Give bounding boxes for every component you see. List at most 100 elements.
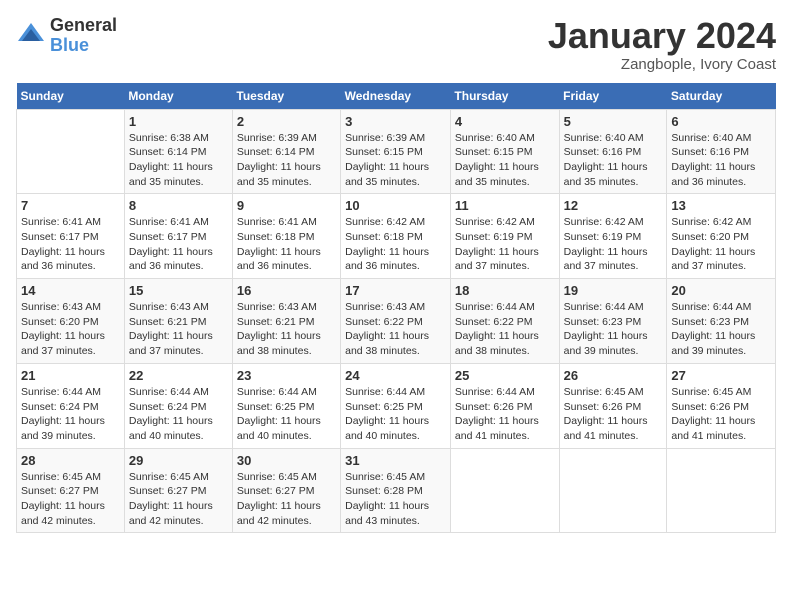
cell-daylight: Daylight: 11 hours and 41 minutes. [671,415,755,442]
calendar-cell: 2 Sunrise: 6:39 AM Sunset: 6:14 PM Daylight… [232,109,340,194]
cell-daylight: Daylight: 11 hours and 37 minutes. [455,246,539,273]
day-number: 12 [564,198,663,213]
cell-daylight: Daylight: 11 hours and 36 minutes. [129,246,213,273]
calendar-week-4: 21Sunrise: 6:44 AMSunset: 6:24 PMDayligh… [17,363,776,448]
cell-daylight: Daylight: 11 hours and 37 minutes. [129,330,213,357]
cell-sunrise: Sunrise: 6:40 AM [564,132,644,144]
cell-daylight: Daylight: 11 hours and 36 minutes. [345,246,429,273]
cell-sunset: Sunset: 6:24 PM [21,401,99,413]
cell-sunrise: Sunrise: 6:44 AM [345,386,425,398]
day-number: 16 [237,283,336,298]
cell-daylight: Daylight: 11 hours and 35 minutes. [129,161,213,188]
calendar-cell: 30Sunrise: 6:45 AMSunset: 6:27 PMDayligh… [232,448,340,533]
calendar-cell: 24Sunrise: 6:44 AMSunset: 6:25 PMDayligh… [341,363,451,448]
cell-daylight: Daylight: 11 hours and 39 minutes. [671,330,755,357]
calendar-cell: 8Sunrise: 6:41 AMSunset: 6:17 PMDaylight… [124,194,232,279]
logo-general: General [50,16,117,36]
logo: General Blue [16,16,117,56]
day-number: 31 [345,453,446,468]
cell-sunrise: Sunrise: 6:45 AM [564,386,644,398]
calendar-table: SundayMondayTuesdayWednesdayThursdayFrid… [16,83,776,534]
cell-sunset: Sunset: 6:21 PM [237,316,315,328]
calendar-header: SundayMondayTuesdayWednesdayThursdayFrid… [17,83,776,110]
cell-sunrise: Sunrise: 6:41 AM [237,216,317,228]
cell-sunrise: Sunrise: 6:43 AM [129,301,209,313]
calendar-cell: 17Sunrise: 6:43 AMSunset: 6:22 PMDayligh… [341,279,451,364]
cell-sunrise: Sunrise: 6:40 AM [671,132,751,144]
logo-text: General Blue [50,16,117,56]
cell-daylight: Daylight: 11 hours and 35 minutes. [237,161,321,188]
calendar-cell: 7Sunrise: 6:41 AMSunset: 6:17 PMDaylight… [17,194,125,279]
cell-daylight: Daylight: 11 hours and 42 minutes. [129,500,213,527]
calendar-body: 1Sunrise: 6:38 AMSunset: 6:14 PMDaylight… [17,109,776,533]
cell-sunrise: Sunrise: 6:42 AM [671,216,751,228]
day-number: 25 [455,368,555,383]
calendar-cell [450,448,559,533]
header-day-sunday: Sunday [17,83,125,110]
cell-sunset: Sunset: 6:27 PM [21,485,99,497]
calendar-cell: 9Sunrise: 6:41 AMSunset: 6:18 PMDaylight… [232,194,340,279]
day-number: 18 [455,283,555,298]
cell-sunrise: Sunrise: 6:42 AM [564,216,644,228]
cell-sunrise: Sunrise: 6:45 AM [129,471,209,483]
day-number: 4 [455,114,555,129]
cell-sunset: Sunset: 6:26 PM [671,401,749,413]
day-number: 28 [21,453,120,468]
cell-sunset: Sunset: 6:16 PM [564,146,642,158]
cell-sunset: Sunset: 6:26 PM [455,401,533,413]
calendar-cell: 14Sunrise: 6:43 AMSunset: 6:20 PMDayligh… [17,279,125,364]
calendar-cell [667,448,776,533]
cell-sunset: Sunset: 6:19 PM [564,231,642,243]
cell-sunset: Sunset: 6:18 PM [237,231,315,243]
day-number: 2 [237,114,336,129]
cell-sunrise: Sunrise: 6:43 AM [21,301,101,313]
cell-sunset: Sunset: 6:22 PM [455,316,533,328]
cell-daylight: Daylight: 11 hours and 38 minutes. [345,330,429,357]
cell-sunrise: Sunrise: 6:42 AM [345,216,425,228]
month-title: January 2024 [548,16,776,56]
cell-daylight: Daylight: 11 hours and 39 minutes. [564,330,648,357]
cell-daylight: Daylight: 11 hours and 40 minutes. [345,415,429,442]
calendar-cell [17,109,125,194]
cell-sunrise: Sunrise: 6:44 AM [564,301,644,313]
cell-sunrise: Sunrise: 6:44 AM [455,301,535,313]
location: Zangbople, Ivory Coast [548,56,776,73]
header-day-tuesday: Tuesday [232,83,340,110]
header-row: SundayMondayTuesdayWednesdayThursdayFrid… [17,83,776,110]
day-number: 27 [671,368,771,383]
cell-sunrise: Sunrise: 6:45 AM [237,471,317,483]
calendar-cell: 23Sunrise: 6:44 AMSunset: 6:25 PMDayligh… [232,363,340,448]
cell-sunset: Sunset: 6:20 PM [21,316,99,328]
cell-daylight: Daylight: 11 hours and 42 minutes. [21,500,105,527]
cell-daylight: Daylight: 11 hours and 35 minutes. [455,161,539,188]
cell-sunrise: Sunrise: 6:45 AM [671,386,751,398]
cell-sunset: Sunset: 6:21 PM [129,316,207,328]
calendar-cell: 16Sunrise: 6:43 AMSunset: 6:21 PMDayligh… [232,279,340,364]
day-number: 6 [671,114,771,129]
cell-sunset: Sunset: 6:25 PM [237,401,315,413]
cell-sunrise: Sunrise: 6:39 AM [237,132,317,144]
cell-sunset: Sunset: 6:16 PM [671,146,749,158]
cell-sunset: Sunset: 6:24 PM [129,401,207,413]
cell-daylight: Daylight: 11 hours and 37 minutes. [564,246,648,273]
cell-sunrise: Sunrise: 6:41 AM [21,216,101,228]
day-number: 23 [237,368,336,383]
day-number: 15 [129,283,228,298]
cell-sunrise: Sunrise: 6:38 AM [129,132,209,144]
calendar-cell: 13Sunrise: 6:42 AMSunset: 6:20 PMDayligh… [667,194,776,279]
cell-sunset: Sunset: 6:17 PM [21,231,99,243]
cell-daylight: Daylight: 11 hours and 35 minutes. [345,161,429,188]
cell-sunset: Sunset: 6:15 PM [455,146,533,158]
cell-sunset: Sunset: 6:23 PM [671,316,749,328]
calendar-cell: 18Sunrise: 6:44 AMSunset: 6:22 PMDayligh… [450,279,559,364]
header-day-thursday: Thursday [450,83,559,110]
calendar-cell: 20Sunrise: 6:44 AMSunset: 6:23 PMDayligh… [667,279,776,364]
cell-sunset: Sunset: 6:20 PM [671,231,749,243]
cell-sunset: Sunset: 6:28 PM [345,485,423,497]
day-number: 5 [564,114,663,129]
cell-sunset: Sunset: 6:14 PM [237,146,315,158]
calendar-cell: 12 Sunrise: 6:42 AM Sunset: 6:19 PM Dayligh… [559,194,667,279]
cell-daylight: Daylight: 11 hours and 41 minutes. [455,415,539,442]
calendar-cell: 6Sunrise: 6:40 AMSunset: 6:16 PMDaylight… [667,109,776,194]
day-number: 26 [564,368,663,383]
